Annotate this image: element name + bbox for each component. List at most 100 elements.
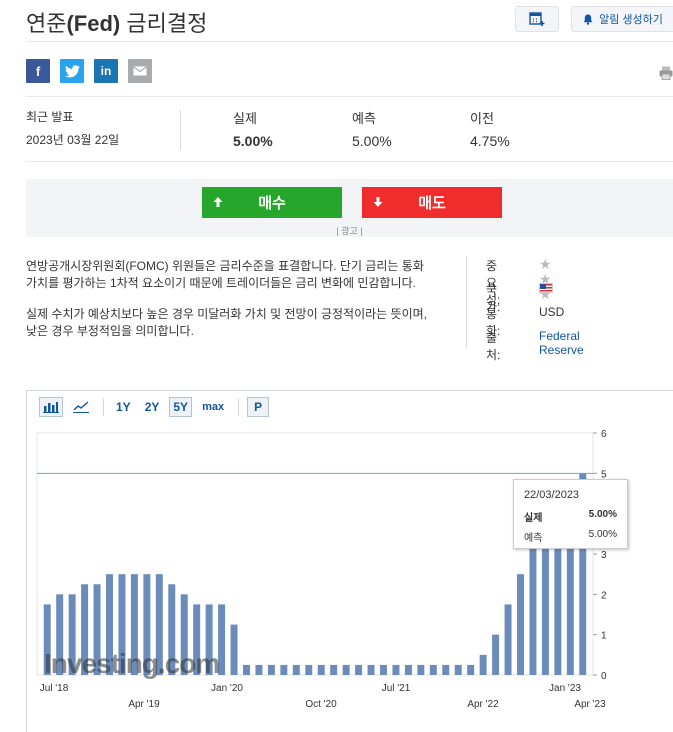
toolbar-separator: [238, 398, 240, 416]
stats-separator: [180, 110, 181, 150]
forecast-value: 5.00%: [352, 133, 392, 149]
bar: [417, 664, 425, 675]
bar: [280, 664, 288, 675]
bar: [529, 543, 537, 675]
sell-label: 매도: [418, 195, 446, 212]
tooltip-forecast-label: 예측: [524, 533, 543, 544]
page-title: 연준(Fed) 금리결정: [26, 11, 208, 36]
y-tick-label: 1: [601, 631, 607, 642]
importance-stars: ★★★: [539, 257, 553, 302]
calendar-add-icon: [529, 12, 545, 26]
x-tick-label: Jul '18: [40, 683, 69, 694]
sell-button[interactable]: 매도: [362, 187, 502, 218]
ad-label: | 광고 |: [336, 226, 363, 236]
bar: [517, 574, 524, 675]
description-paragraph-2: 실제 수치가 예상치보다 높은 경우 미달러화 가치 및 전망이 긍정적이라는 …: [26, 307, 427, 338]
stats-divider: [26, 161, 673, 162]
x-tick-label: Jan '20: [211, 683, 243, 694]
twitter-share-button[interactable]: [60, 59, 84, 83]
facebook-share-button[interactable]: f: [26, 59, 50, 83]
mail-icon: [133, 66, 147, 76]
facebook-icon: f: [35, 63, 41, 79]
bar-chart-icon: [43, 402, 59, 413]
tooltip-actual-value: 5.00%: [588, 509, 617, 520]
bar: [243, 664, 250, 675]
print-icon[interactable]: [659, 66, 673, 80]
add-to-calendar-button[interactable]: [515, 6, 559, 32]
bar: [454, 664, 462, 675]
tooltip-forecast-value: 5.00%: [588, 529, 617, 540]
x-tick-label: Jan '23: [549, 683, 581, 694]
previous-value: 4.75%: [470, 133, 510, 149]
bar: [330, 664, 338, 675]
x-tick-label: Oct '20: [305, 699, 337, 710]
header-divider: [26, 41, 673, 42]
source-link[interactable]: Federal Reserve: [539, 329, 584, 357]
latest-release-label: 최근 발표: [26, 110, 74, 124]
currency-value: USD: [539, 305, 565, 319]
tooltip-actual-row: 실제 5.00%: [524, 509, 617, 524]
bar: [504, 604, 512, 675]
create-alert-button[interactable]: 알림 생성하기: [571, 6, 673, 32]
bar: [292, 664, 300, 675]
latest-release-date: 2023년 03월 22일: [26, 133, 120, 147]
x-tick-label: Apr '19: [128, 699, 160, 710]
share-divider: [26, 96, 673, 97]
source-label: 출처:: [486, 331, 501, 362]
buy-button[interactable]: 매수: [202, 187, 342, 218]
chart-plot[interactable]: 0123456Investing.comJul '18Jan '20Jul '2…: [27, 423, 673, 732]
email-share-button[interactable]: [128, 59, 152, 83]
arrow-down-icon: [373, 197, 383, 207]
x-tick-label: Apr '23: [574, 699, 606, 710]
y-tick-label: 0: [601, 671, 607, 682]
bar: [404, 664, 412, 675]
range-max-button[interactable]: max: [198, 397, 228, 417]
x-tick-label: Apr '22: [467, 699, 499, 710]
bar: [492, 634, 500, 675]
bar: [442, 664, 450, 675]
bar: [305, 664, 313, 675]
toolbar-separator: [103, 398, 104, 416]
forecast-label: 예측: [352, 111, 376, 126]
us-flag-icon: [539, 283, 553, 293]
twitter-icon: [64, 64, 80, 77]
history-chart: 1Y 2Y 5Y max P 0123456Investing.comJul '…: [26, 390, 673, 732]
range-5y-button[interactable]: 5Y: [169, 397, 193, 417]
range-2y-button[interactable]: 2Y: [141, 397, 164, 417]
bar: [429, 664, 437, 675]
bar: [380, 664, 387, 675]
arrow-up-icon: [213, 197, 223, 207]
range-1y-button[interactable]: 1Y: [112, 397, 135, 417]
country-value: [539, 281, 553, 295]
trade-banner: 매수 매도 | 광고 |: [26, 179, 673, 237]
bell-icon: [583, 14, 593, 25]
linkedin-icon: in: [100, 64, 112, 78]
linkedin-share-button[interactable]: in: [94, 59, 118, 83]
create-alert-label: 알림 생성하기: [599, 14, 663, 26]
y-tick-label: 2: [601, 590, 607, 601]
actual-value: 5.00%: [233, 133, 273, 149]
line-chart-icon: [73, 401, 89, 413]
bar: [392, 664, 400, 675]
chart-tooltip: 22/03/2023 실제 5.00% 예측 5.00%: [513, 479, 628, 549]
bar: [479, 654, 487, 675]
x-tick-label: Jul '21: [382, 683, 411, 694]
info-separator: [466, 256, 467, 348]
star-icon: ★: [539, 256, 552, 272]
bar: [342, 664, 350, 675]
release-stats: 최근 발표 2023년 03월 22일 실제 5.00% 예측 5.00% 이전…: [26, 108, 673, 154]
description-paragraph-1: 연방공개시장위원회(FOMC) 위원들은 금리수준을 표결합니다. 단기 금리는…: [26, 259, 424, 290]
share-bar: f in: [26, 59, 152, 83]
page-header: 연준(Fed) 금리결정 알림 생성하기: [26, 6, 673, 36]
line-chart-button[interactable]: [69, 397, 93, 417]
bar: [355, 664, 363, 675]
bar: [367, 664, 375, 675]
latest-release: 최근 발표 2023년 03월 22일: [26, 108, 119, 148]
range-p-button[interactable]: P: [247, 397, 270, 417]
event-description: 연방공개시장위원회(FOMC) 위원들은 금리수준을 표결합니다. 단기 금리는…: [26, 258, 431, 340]
bar-chart-button[interactable]: [39, 397, 63, 417]
actual-stat: 실제 5.00%: [233, 108, 273, 149]
previous-stat: 이전 4.75%: [470, 108, 510, 149]
y-tick-label: 6: [601, 429, 607, 440]
previous-label: 이전: [470, 111, 494, 126]
